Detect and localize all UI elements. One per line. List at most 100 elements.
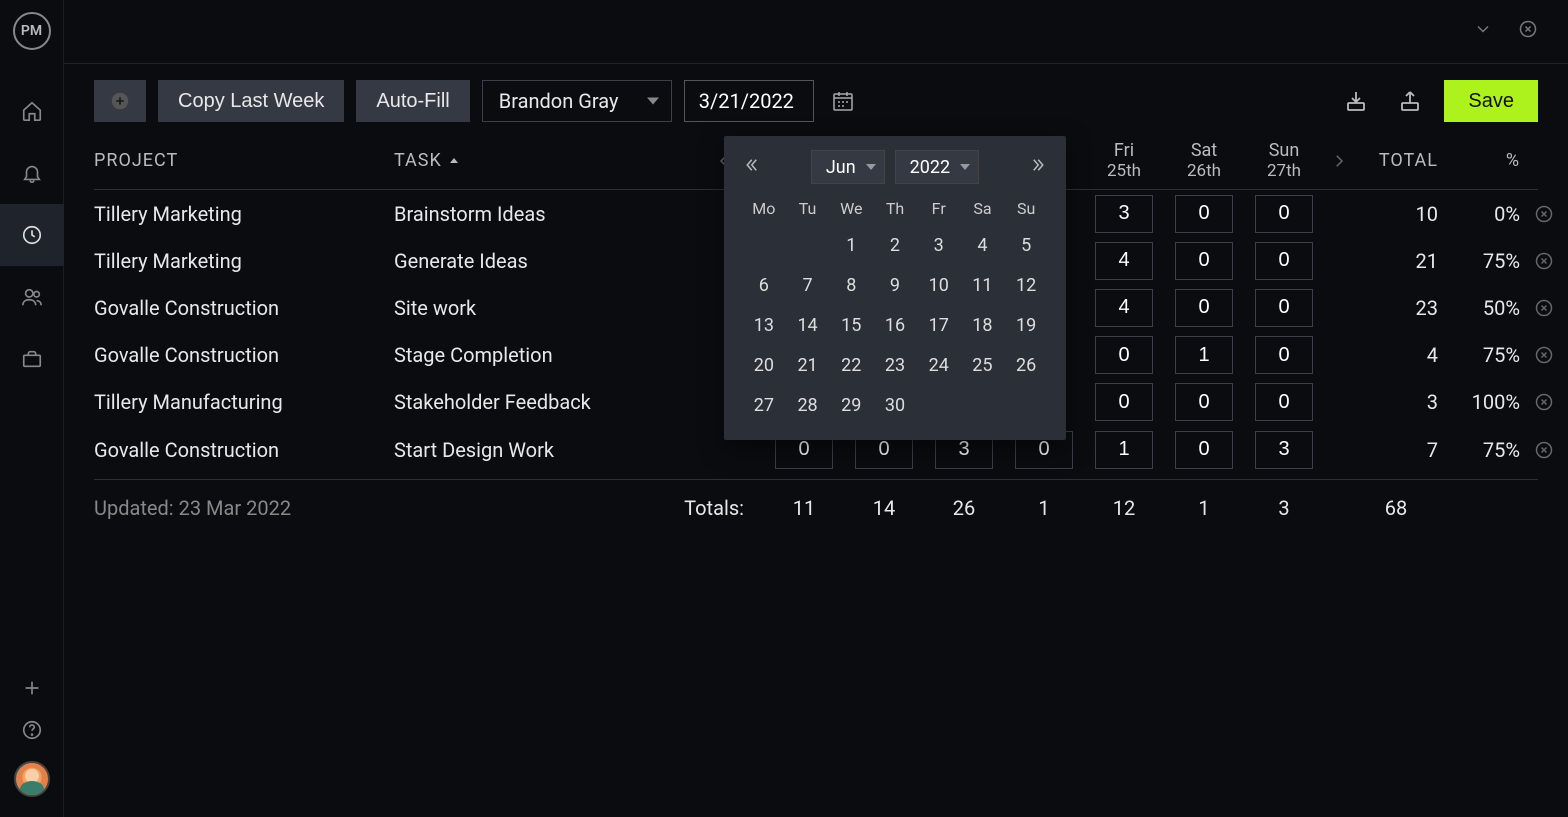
topbar — [64, 0, 1568, 64]
cal-day[interactable]: 30 — [873, 388, 917, 422]
total-d6: 3 — [1244, 496, 1324, 520]
hours-input[interactable] — [1095, 242, 1153, 280]
hours-input[interactable] — [1095, 289, 1153, 327]
cal-day[interactable]: 13 — [742, 308, 786, 342]
cal-day[interactable]: 27 — [742, 388, 786, 422]
cal-day[interactable]: 5 — [1004, 228, 1048, 262]
nav-home[interactable] — [0, 80, 64, 142]
add-row-button[interactable] — [94, 80, 146, 122]
cal-day[interactable]: 26 — [1004, 348, 1048, 382]
import-button[interactable] — [1336, 81, 1376, 121]
cell-task: Stage Completion — [394, 343, 684, 367]
row-total: 3 — [1354, 390, 1444, 414]
nav-timesheet[interactable] — [0, 204, 64, 266]
grand-total: 68 — [1354, 496, 1444, 520]
delete-row-button[interactable] — [1524, 204, 1564, 224]
delete-row-button[interactable] — [1524, 345, 1564, 365]
cell-task: Site work — [394, 296, 684, 320]
hours-input[interactable] — [1175, 336, 1233, 374]
week-next[interactable] — [1324, 152, 1354, 170]
cal-day[interactable]: 7 — [786, 268, 830, 302]
table-footer: Updated: 23 Mar 2022 Totals: 11 14 26 1 … — [94, 479, 1538, 535]
cal-day[interactable]: 18 — [961, 308, 1005, 342]
cal-next[interactable] — [1030, 156, 1048, 179]
cal-day[interactable]: 6 — [742, 268, 786, 302]
hours-input[interactable] — [1255, 431, 1313, 469]
cal-dow: Tu — [786, 194, 830, 222]
col-project: PROJECT — [94, 150, 394, 171]
nav-help[interactable] — [0, 719, 64, 741]
total-d4: 12 — [1084, 496, 1164, 520]
cal-day[interactable]: 17 — [917, 308, 961, 342]
cal-day[interactable]: 8 — [829, 268, 873, 302]
cal-day[interactable]: 15 — [829, 308, 873, 342]
cal-day[interactable]: 19 — [1004, 308, 1048, 342]
cal-day[interactable]: 12 — [1004, 268, 1048, 302]
date-picker: Jun 2022 MoTuWeThFrSaSu12345678910111213… — [724, 136, 1066, 440]
cal-day[interactable]: 2 — [873, 228, 917, 262]
topbar-close-icon[interactable] — [1518, 19, 1538, 44]
nav-portfolio[interactable] — [0, 328, 64, 390]
hours-input[interactable] — [1175, 195, 1233, 233]
nav-notifications[interactable] — [0, 142, 64, 204]
calendar-button[interactable] — [826, 80, 860, 122]
hours-input[interactable] — [1255, 336, 1313, 374]
cal-day[interactable]: 21 — [786, 348, 830, 382]
cal-day[interactable]: 1 — [829, 228, 873, 262]
hours-input[interactable] — [1095, 431, 1153, 469]
cal-day[interactable]: 23 — [873, 348, 917, 382]
hours-input[interactable] — [1095, 336, 1153, 374]
hours-input[interactable] — [1255, 383, 1313, 421]
cell-project: Tillery Marketing — [94, 202, 394, 226]
delete-row-button[interactable] — [1524, 298, 1564, 318]
hours-input[interactable] — [1095, 195, 1153, 233]
hours-input[interactable] — [1095, 383, 1153, 421]
user-avatar[interactable] — [14, 761, 50, 797]
user-select[interactable]: Brandon Gray — [482, 80, 672, 122]
cal-prev[interactable] — [742, 156, 760, 179]
cal-day[interactable]: 14 — [786, 308, 830, 342]
cal-day[interactable]: 9 — [873, 268, 917, 302]
cal-day[interactable]: 25 — [961, 348, 1005, 382]
cal-day[interactable]: 22 — [829, 348, 873, 382]
cal-day[interactable]: 16 — [873, 308, 917, 342]
date-input[interactable]: 3/21/2022 — [684, 80, 814, 122]
auto-fill-button[interactable]: Auto-Fill — [356, 80, 469, 122]
delete-row-button[interactable] — [1524, 392, 1564, 412]
cal-day[interactable]: 28 — [786, 388, 830, 422]
hours-input[interactable] — [1255, 289, 1313, 327]
totals-label: Totals: — [394, 496, 764, 520]
hours-input[interactable] — [1255, 195, 1313, 233]
plus-icon — [21, 677, 43, 699]
hours-input[interactable] — [1175, 431, 1233, 469]
col-day-5: Sat26th — [1164, 140, 1244, 182]
save-button[interactable]: Save — [1444, 80, 1538, 122]
hours-input[interactable] — [1175, 242, 1233, 280]
copy-last-week-button[interactable]: Copy Last Week — [158, 80, 344, 122]
delete-row-button[interactable] — [1524, 251, 1564, 271]
hours-input[interactable] — [1255, 242, 1313, 280]
col-day-4: Fri25th — [1084, 140, 1164, 182]
nav-team[interactable] — [0, 266, 64, 328]
topbar-dropdown-icon[interactable] — [1473, 19, 1493, 44]
cal-day[interactable]: 4 — [961, 228, 1005, 262]
col-task[interactable]: TASK — [394, 150, 684, 171]
cal-dow: Fr — [917, 194, 961, 222]
cell-task: Generate Ideas — [394, 249, 684, 273]
delete-row-button[interactable] — [1524, 440, 1564, 460]
row-total: 21 — [1354, 249, 1444, 273]
cal-month-select[interactable]: Jun — [811, 150, 885, 184]
hours-input[interactable] — [1175, 289, 1233, 327]
cal-day[interactable]: 29 — [829, 388, 873, 422]
nav-add[interactable] — [0, 677, 64, 699]
export-button[interactable] — [1390, 81, 1430, 121]
hours-input[interactable] — [1175, 383, 1233, 421]
briefcase-icon — [21, 348, 43, 370]
cal-day[interactable]: 11 — [961, 268, 1005, 302]
cal-day[interactable]: 10 — [917, 268, 961, 302]
cal-year-select[interactable]: 2022 — [895, 150, 979, 184]
cell-project: Govalle Construction — [94, 296, 394, 320]
cal-day[interactable]: 20 — [742, 348, 786, 382]
cal-day[interactable]: 24 — [917, 348, 961, 382]
cal-day[interactable]: 3 — [917, 228, 961, 262]
